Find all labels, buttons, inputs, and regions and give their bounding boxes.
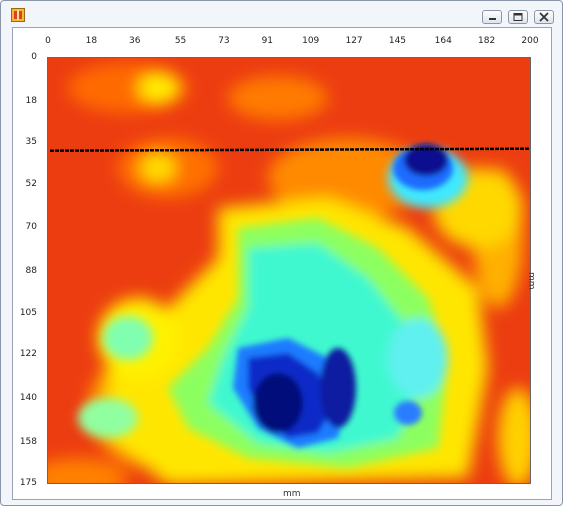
- x-tick-label: 91: [261, 36, 274, 46]
- close-icon: [539, 12, 549, 22]
- x-axis-title: mm: [283, 489, 301, 499]
- title-bar[interactable]: [1, 1, 562, 28]
- heatmap: [47, 57, 531, 484]
- y-tick-label: 175: [19, 478, 37, 488]
- app-icon: [11, 8, 25, 22]
- x-tick-label: 127: [345, 36, 363, 46]
- x-tick-label: 200: [521, 36, 539, 46]
- heatmap-image: [48, 58, 530, 483]
- y-tick-label: 35: [25, 137, 37, 148]
- minimize-button[interactable]: [482, 10, 502, 24]
- x-tick-label: 145: [388, 36, 407, 46]
- y-tick-label: 18: [25, 95, 37, 106]
- x-tick-label: 0: [45, 36, 51, 46]
- x-tick-label: 164: [434, 36, 452, 46]
- x-tick-label: 55: [174, 36, 187, 46]
- y-tick-label: 0: [31, 52, 37, 62]
- y-tick-label: 140: [19, 392, 37, 403]
- maximize-button[interactable]: [508, 10, 528, 24]
- x-tick-label: 182: [478, 36, 496, 46]
- y-axis-title: mm: [526, 272, 536, 290]
- y-tick-label: 122: [19, 348, 37, 359]
- x-tick-label: 109: [302, 36, 320, 46]
- y-tick-label: 88: [25, 266, 37, 277]
- x-tick-label: 73: [218, 36, 230, 46]
- maximize-icon: [513, 13, 523, 21]
- x-tick-label: 18: [85, 36, 98, 46]
- y-tick-label: 105: [19, 307, 37, 318]
- close-button[interactable]: [534, 10, 554, 24]
- x-tick-label: 36: [129, 36, 141, 46]
- minimize-icon: [489, 18, 496, 20]
- y-tick-label: 52: [25, 178, 37, 189]
- y-tick-label: 158: [19, 436, 37, 447]
- y-tick-label: 70: [25, 222, 37, 233]
